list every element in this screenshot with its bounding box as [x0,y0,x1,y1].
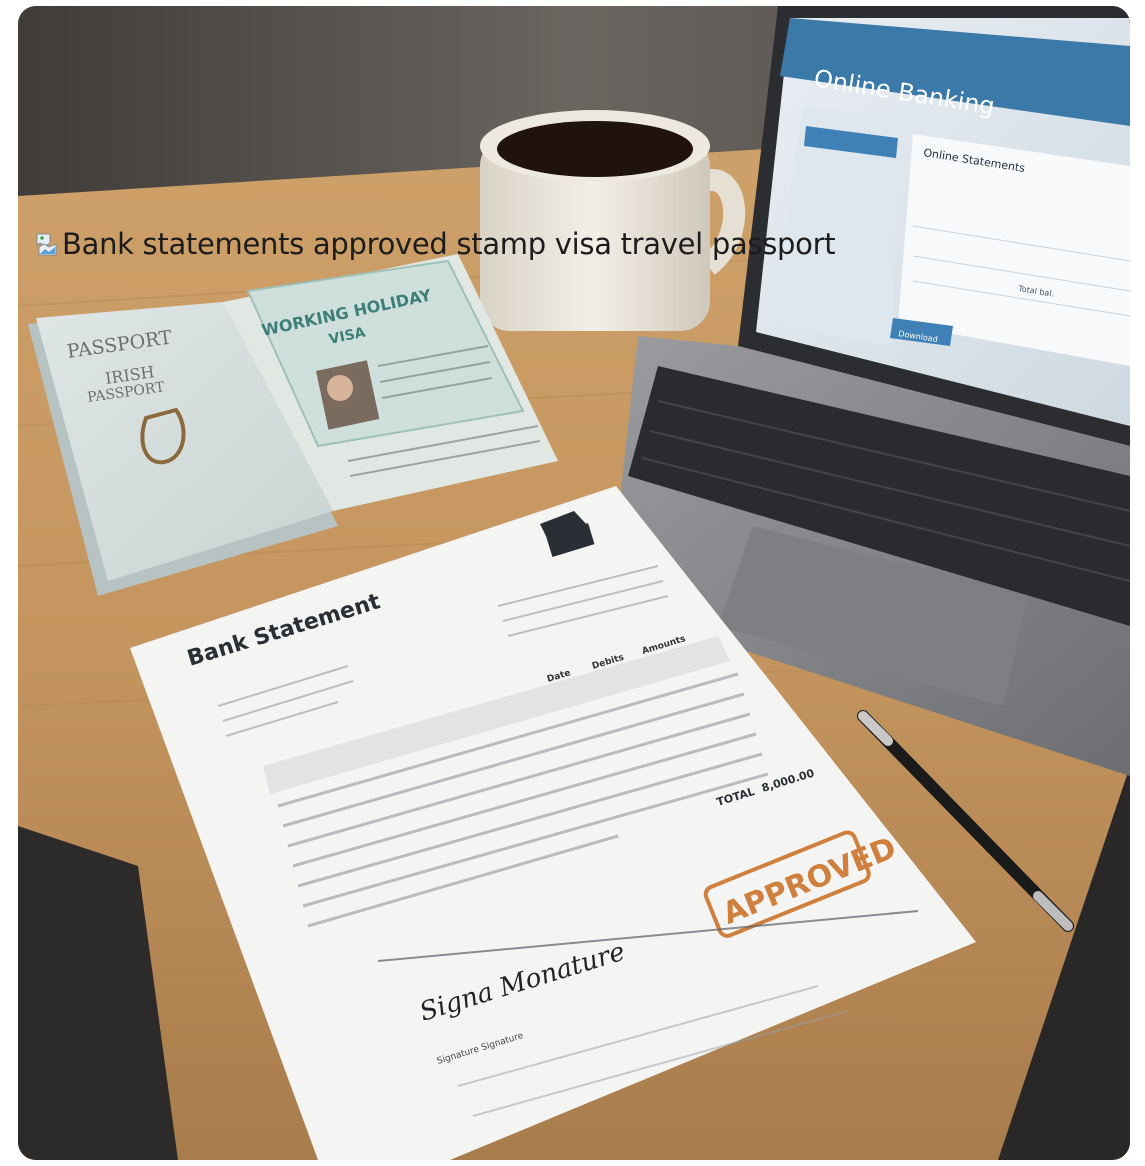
image-alt-text: Bank statements approved stamp visa trav… [62,227,836,261]
photo-frame: Online Banking Online Statements Downloa… [18,6,1130,1160]
coffee-mug [480,110,746,331]
broken-image-icon [36,233,57,256]
photo-scene: Online Banking Online Statements Downloa… [18,6,1130,1160]
broken-image-alt: Bank statements approved stamp visa trav… [36,224,836,264]
passport-photo-face [327,375,353,401]
